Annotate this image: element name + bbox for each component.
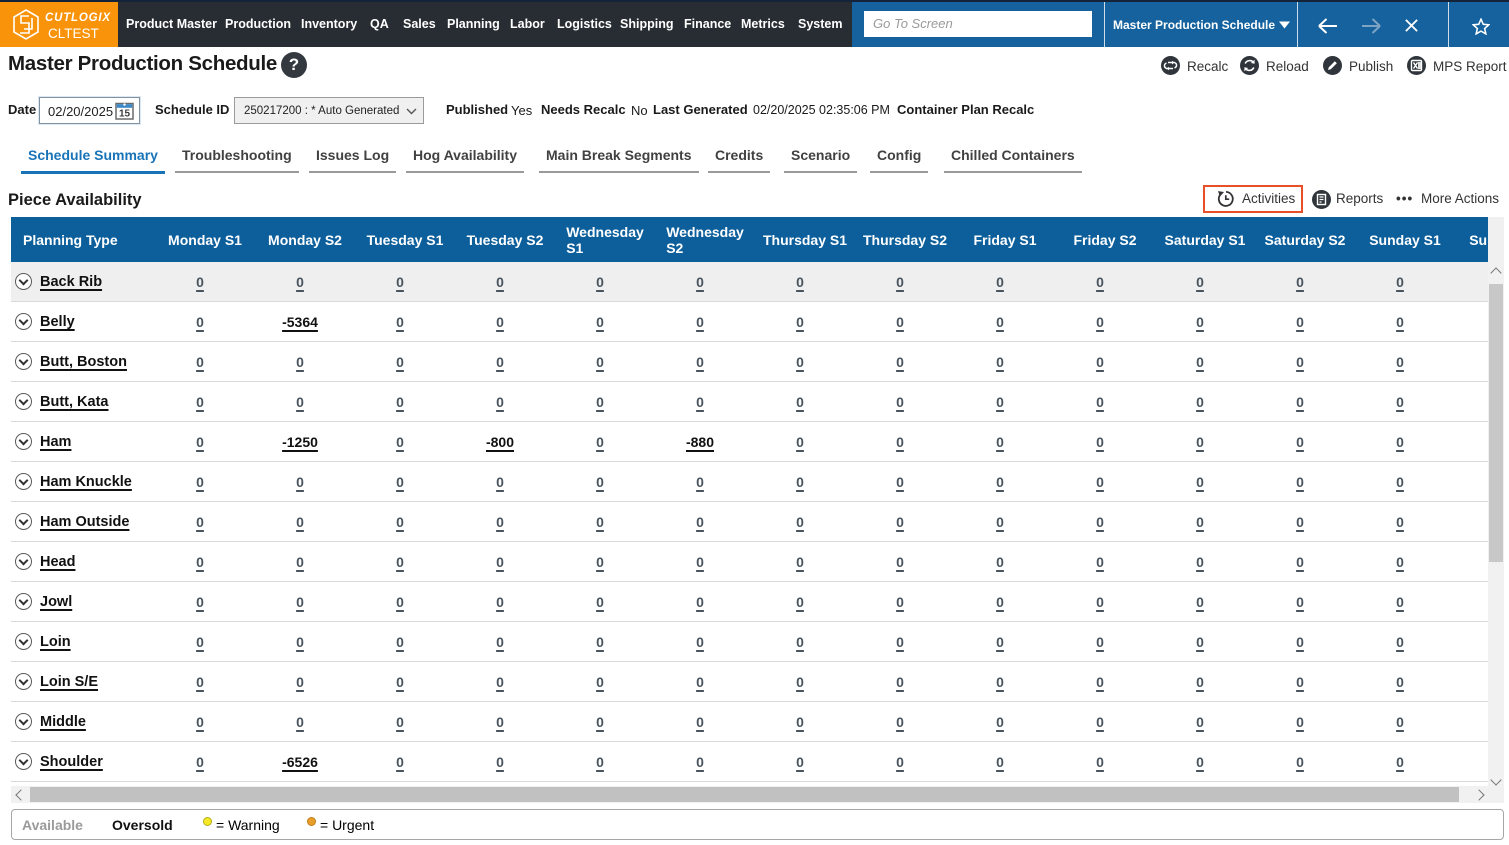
svg-text:15: 15 [119,109,131,120]
